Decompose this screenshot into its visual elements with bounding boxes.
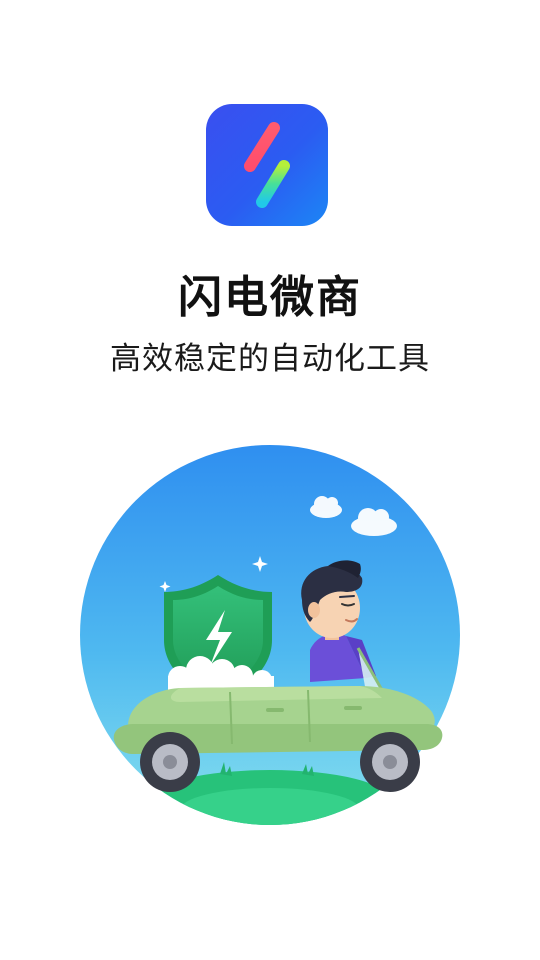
app-tagline: 高效稳定的自动化工具 [110,341,430,377]
car-wheel [140,732,200,792]
splash-screen: 闪电微商 高效稳定的自动化工具 [0,0,540,960]
car-wheel [360,732,420,792]
app-name-title: 闪电微商 [178,272,362,323]
car-driver-illustration [70,440,470,840]
lightning-bolt-icon [244,122,290,208]
app-logo-icon [206,104,328,226]
